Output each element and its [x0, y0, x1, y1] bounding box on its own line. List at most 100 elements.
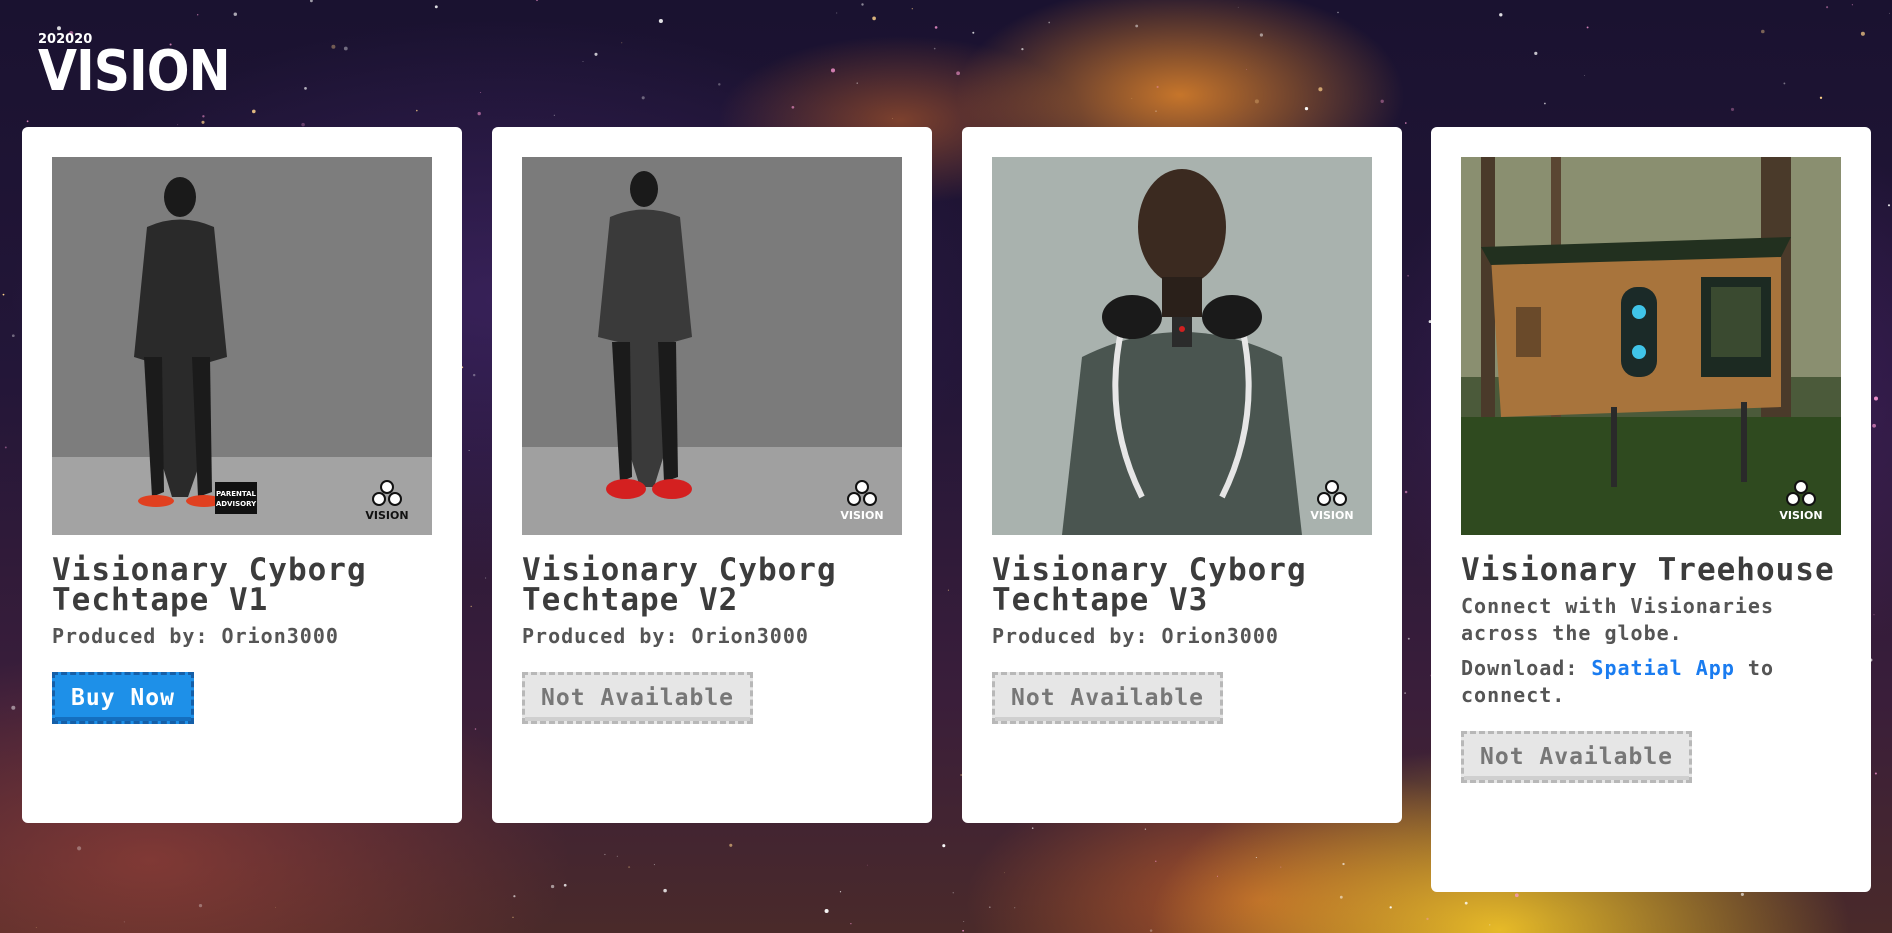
star	[1851, 4, 1853, 6]
star	[26, 120, 29, 123]
not-available-button[interactable]: Not Available	[522, 672, 754, 724]
star	[535, 0, 539, 2]
star	[621, 42, 623, 44]
star	[331, 44, 336, 49]
star	[1255, 857, 1257, 858]
product-description: Connect with Visionaries across the glob…	[1461, 594, 1774, 645]
star	[57, 26, 61, 31]
star	[658, 18, 663, 24]
product-title: Visionary Cyborg Techtape V2	[522, 552, 837, 618]
star	[11, 705, 16, 710]
star	[1004, 872, 1005, 874]
star	[956, 71, 960, 76]
star	[1860, 31, 1865, 36]
star	[1246, 69, 1247, 70]
star	[972, 31, 975, 34]
star	[1887, 204, 1891, 207]
buy-now-button[interactable]: Buy Now	[52, 672, 194, 724]
album-art-v3: VISION	[992, 157, 1372, 535]
vision-logo[interactable]: 202020 VISION	[38, 33, 231, 100]
star	[513, 895, 516, 898]
star	[1405, 122, 1407, 124]
star	[892, 118, 893, 119]
star	[123, 921, 125, 923]
star	[962, 929, 964, 932]
star	[1135, 24, 1139, 28]
star	[480, 92, 482, 93]
star	[309, 0, 313, 3]
star	[1819, 96, 1823, 99]
star	[1131, 98, 1133, 99]
star	[1426, 917, 1429, 921]
star	[830, 68, 836, 73]
star	[1404, 490, 1408, 494]
star	[343, 46, 348, 51]
star	[512, 916, 514, 918]
star	[4, 446, 7, 449]
star	[1586, 26, 1589, 29]
star	[1304, 106, 1309, 111]
star	[304, 87, 307, 90]
star	[663, 888, 667, 893]
star	[477, 111, 481, 116]
star	[197, 14, 199, 16]
star	[791, 105, 795, 109]
svg-text:ADVISORY: ADVISORY	[216, 500, 257, 508]
star	[1740, 892, 1744, 896]
not-available-button[interactable]: Not Available	[1461, 731, 1693, 783]
star	[839, 891, 842, 893]
star	[934, 26, 938, 29]
svg-text:PARENTAL: PARENTAL	[216, 490, 257, 498]
star	[1149, 929, 1153, 932]
album-art-v2: VISION	[522, 157, 902, 535]
star	[1048, 21, 1051, 24]
star	[856, 82, 858, 84]
star	[866, 864, 868, 866]
star	[1464, 901, 1468, 905]
not-available-button[interactable]: Not Available	[992, 672, 1224, 724]
product-title: Visionary Cyborg Techtape V1	[52, 552, 367, 618]
product-card-treehouse: VISION Visionary Treehouse Connect with …	[1431, 127, 1871, 892]
star	[1155, 860, 1157, 862]
star	[1783, 82, 1786, 85]
star	[275, 906, 277, 908]
star	[1237, 6, 1239, 8]
star	[1761, 29, 1765, 34]
star	[251, 109, 256, 114]
star	[850, 923, 852, 925]
star	[35, 927, 37, 928]
star	[233, 12, 238, 16]
product-card-v1: PARENTAL ADVISORY VISION Visionary Cybor…	[22, 127, 462, 823]
download-line: Download: Spatial App to connect.	[1461, 655, 1841, 709]
star	[1156, 85, 1159, 89]
star	[628, 866, 631, 869]
star	[472, 373, 476, 377]
star	[2, 293, 5, 296]
star	[718, 83, 721, 86]
star	[1499, 13, 1503, 17]
spatial-app-link[interactable]: Spatial App	[1591, 656, 1734, 680]
star	[1407, 274, 1409, 277]
star	[1407, 637, 1410, 640]
star	[911, 8, 913, 10]
svg-text:VISION: VISION	[1779, 509, 1822, 522]
star	[1873, 396, 1879, 401]
star	[594, 52, 598, 56]
star	[1872, 423, 1876, 428]
product-title: Visionary Treehouse	[1461, 552, 1835, 588]
star	[641, 96, 645, 100]
product-producer: Produced by: Orion3000	[522, 624, 809, 648]
star	[942, 844, 946, 848]
product-card-v2: VISION Visionary Cyborg Techtape V2 Prod…	[492, 127, 932, 823]
album-art-v1: PARENTAL ADVISORY VISION	[52, 157, 432, 535]
star	[1014, 907, 1016, 909]
star	[933, 47, 936, 50]
product-producer: Produced by: Orion3000	[992, 624, 1279, 648]
star	[1259, 33, 1263, 37]
star	[582, 61, 584, 62]
star	[1544, 102, 1546, 105]
download-label: Download:	[1461, 656, 1579, 680]
star	[604, 853, 606, 856]
star	[434, 5, 438, 9]
star	[861, 3, 864, 6]
